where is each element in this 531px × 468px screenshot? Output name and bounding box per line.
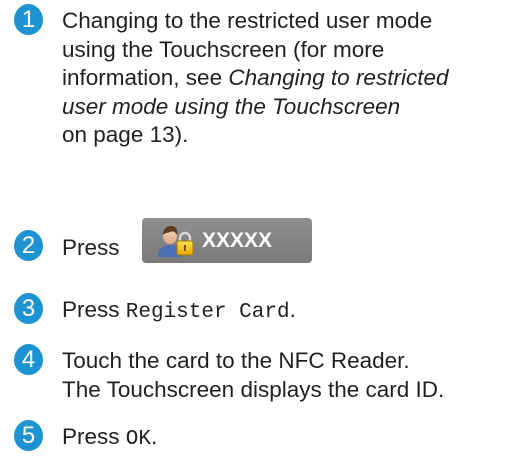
step-text: Press Register Card. <box>62 297 296 324</box>
user-button: XXXXX <box>142 218 312 263</box>
step-text-line: Changing to the restricted user mode <box>62 8 433 33</box>
user-button-label: XXXXX <box>202 229 273 252</box>
step-number-badge: 2 <box>14 230 43 261</box>
step-number-badge: 1 <box>14 4 43 35</box>
step-text-line: information, see Changing to restricted <box>62 65 449 90</box>
step-text: Changing to the restricted user mode usi… <box>62 7 529 150</box>
step-text: Touch the card to the NFC Reader. The To… <box>62 347 529 404</box>
link-reference: user mode using the Touchscreen <box>62 93 401 119</box>
step-text-line: The Touchscreen displays the card ID. <box>62 376 445 402</box>
step-text-line: using the Touchscreen (for more <box>62 36 385 62</box>
ui-command-text: OK <box>125 428 151 451</box>
user-lock-icon <box>158 226 194 257</box>
step-number-badge: 4 <box>14 344 43 375</box>
link-reference: Changing to restricted <box>228 65 449 90</box>
ui-command-text: Register Card <box>125 301 290 324</box>
step-text: Press OK. <box>62 424 158 451</box>
step-number-badge: 5 <box>14 420 43 451</box>
step-text-line: user mode using the Touchscreen <box>62 93 529 122</box>
step-number-badge: 3 <box>14 293 43 324</box>
step-text-line: Touch the card to the NFC Reader. <box>62 348 410 373</box>
step-text-line: on page 13). <box>62 122 189 147</box>
